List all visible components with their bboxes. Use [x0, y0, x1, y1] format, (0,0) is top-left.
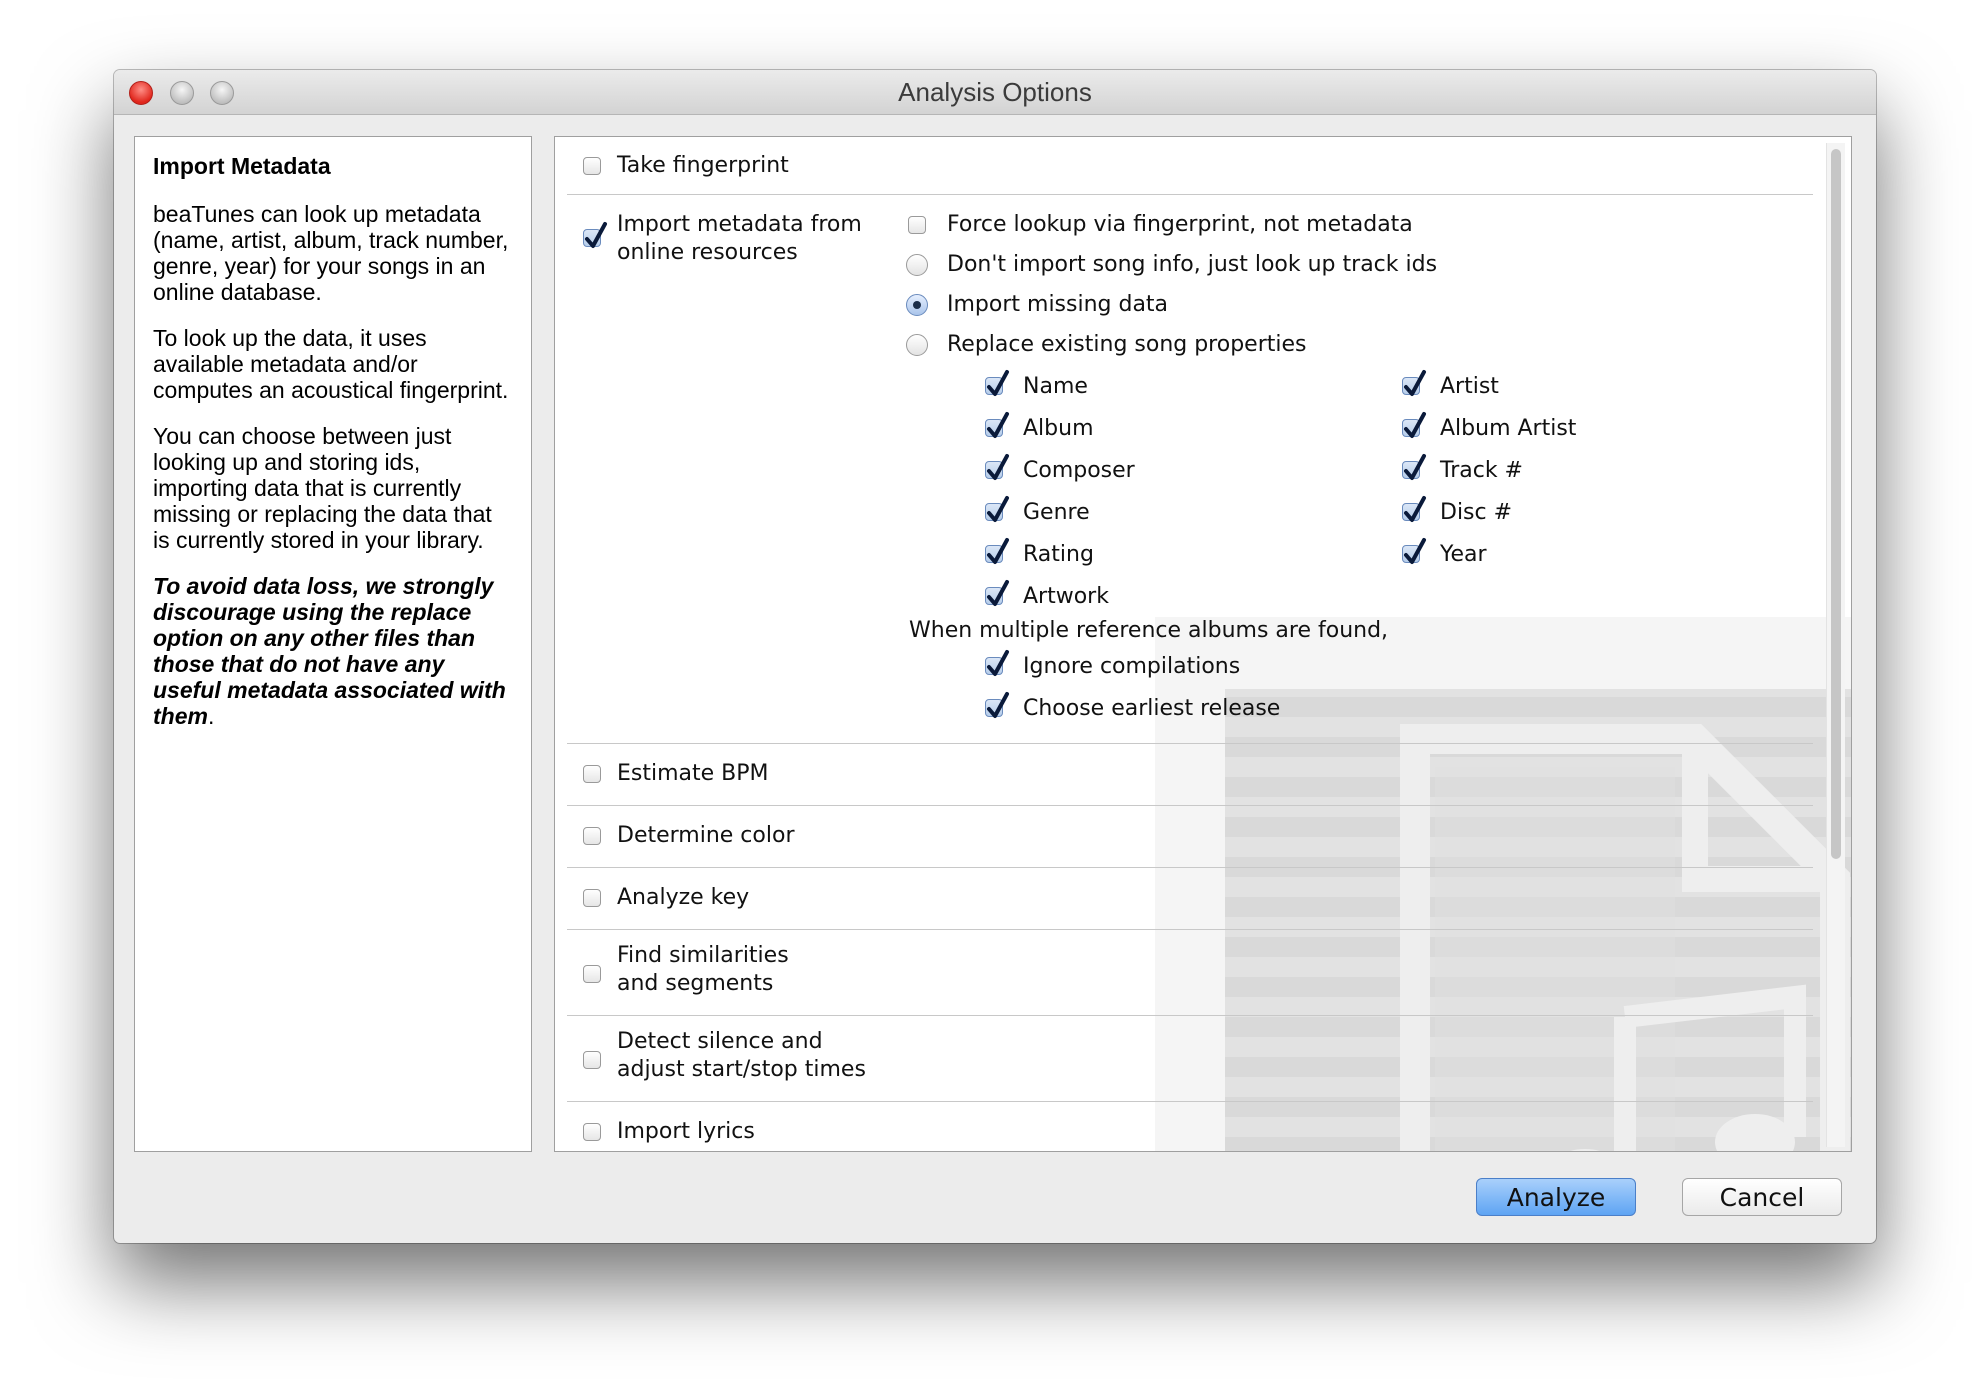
help-warning: To avoid data loss, we strongly discoura… [153, 573, 513, 729]
warning-text: To avoid data loss, we strongly discoura… [153, 573, 506, 729]
ignore-compilations-label: Ignore compilations [1023, 654, 1241, 679]
detect-silence-label-line1: Detect silence and [617, 1029, 823, 1054]
import-lyrics-checkbox[interactable] [583, 1123, 601, 1141]
help-paragraph-1: beaTunes can look up metadata (name, art… [153, 201, 509, 305]
check-icon [585, 222, 607, 248]
property-year-label: Year [1440, 542, 1487, 567]
radio-replace-existing-label: Replace existing song properties [947, 332, 1307, 357]
help-heading: Import Metadata [153, 153, 331, 179]
help-paragraph-2: To look up the data, it uses available m… [153, 325, 509, 403]
property-disc-number-label: Disc # [1440, 500, 1513, 525]
help-paragraph-3: You can choose between just looking up a… [153, 423, 492, 553]
import-lyrics-label: Import lyrics [617, 1119, 755, 1144]
detect-silence-checkbox[interactable] [583, 1051, 601, 1069]
divider [567, 1101, 1813, 1102]
property-composer-label: Composer [1023, 458, 1135, 483]
vertical-scrollbar[interactable] [1826, 143, 1845, 1147]
radio-dont-import[interactable] [906, 254, 928, 276]
take-fingerprint-label: Take fingerprint [617, 153, 789, 178]
import-metadata-label-line1: Import metadata from [617, 212, 862, 237]
radio-replace-existing[interactable] [906, 334, 928, 356]
property-genre-checkbox[interactable] [985, 496, 1009, 522]
import-metadata-label-line2: online resources [617, 240, 798, 265]
find-similarities-checkbox[interactable] [583, 965, 601, 983]
check-icon [1404, 538, 1426, 564]
property-rating-label: Rating [1023, 542, 1094, 567]
property-artist-checkbox[interactable] [1402, 370, 1426, 396]
property-album-artist-label: Album Artist [1440, 416, 1577, 441]
check-icon [987, 692, 1009, 718]
property-album-checkbox[interactable] [985, 412, 1009, 438]
property-rating-checkbox[interactable] [985, 538, 1009, 564]
analyze-button[interactable]: Analyze [1476, 1178, 1636, 1216]
property-artwork-label: Artwork [1023, 584, 1109, 609]
force-lookup-label: Force lookup via fingerprint, not metada… [947, 212, 1413, 237]
determine-color-label: Determine color [617, 823, 795, 848]
analysis-options-dialog: Analysis Options Import Metadata beaTune… [114, 70, 1876, 1243]
check-icon [987, 496, 1009, 522]
divider [567, 867, 1813, 868]
check-icon [987, 454, 1009, 480]
take-fingerprint-checkbox[interactable] [583, 157, 601, 175]
estimate-bpm-checkbox[interactable] [583, 765, 601, 783]
property-name-label: Name [1023, 374, 1088, 399]
property-album-label: Album [1023, 416, 1094, 441]
check-icon [1404, 370, 1426, 396]
import-metadata-checkbox[interactable] [583, 222, 607, 248]
radio-dont-import-label: Don't import song info, just look up tra… [947, 252, 1438, 277]
property-composer-checkbox[interactable] [985, 454, 1009, 480]
property-artist-label: Artist [1440, 374, 1499, 399]
check-icon [1404, 454, 1426, 480]
check-icon [987, 650, 1009, 676]
divider [567, 929, 1813, 930]
find-similarities-label-line1: Find similarities [617, 943, 789, 968]
check-icon [987, 370, 1009, 396]
detect-silence-label-line2: adjust start/stop times [617, 1057, 866, 1082]
property-album-artist-checkbox[interactable] [1402, 412, 1426, 438]
check-icon [987, 580, 1009, 606]
property-track-number-checkbox[interactable] [1402, 454, 1426, 480]
find-similarities-label-line2: and segments [617, 971, 774, 996]
divider [567, 1015, 1813, 1016]
title-bar: Analysis Options [114, 70, 1876, 115]
estimate-bpm-label: Estimate BPM [617, 761, 769, 786]
property-disc-number-checkbox[interactable] [1402, 496, 1426, 522]
earliest-release-checkbox[interactable] [985, 692, 1009, 718]
divider [567, 194, 1813, 195]
analyze-key-checkbox[interactable] [583, 889, 601, 907]
check-icon [1404, 412, 1426, 438]
divider [567, 743, 1813, 744]
check-icon [1404, 496, 1426, 522]
property-artwork-checkbox[interactable] [985, 580, 1009, 606]
divider [567, 805, 1813, 806]
radio-selected-dot [913, 301, 921, 309]
help-panel: Import Metadata beaTunes can look up met… [134, 136, 532, 1152]
property-track-number-label: Track # [1440, 458, 1523, 483]
multiple-albums-text: When multiple reference albums are found… [909, 618, 1389, 643]
check-icon [987, 538, 1009, 564]
radio-import-missing[interactable] [906, 294, 928, 316]
property-genre-label: Genre [1023, 500, 1090, 525]
force-lookup-checkbox[interactable] [908, 216, 926, 234]
analyze-key-label: Analyze key [617, 885, 750, 910]
check-icon [987, 412, 1009, 438]
determine-color-checkbox[interactable] [583, 827, 601, 845]
warning-period: . [207, 703, 215, 729]
property-year-checkbox[interactable] [1402, 538, 1426, 564]
property-name-checkbox[interactable] [985, 370, 1009, 396]
options-panel: Take fingerprint Import metadata from on… [554, 136, 1852, 1152]
earliest-release-label: Choose earliest release [1023, 696, 1281, 721]
window-title: Analysis Options [898, 77, 1092, 107]
ignore-compilations-checkbox[interactable] [985, 650, 1009, 676]
cancel-button[interactable]: Cancel [1682, 1178, 1842, 1216]
scrollbar-thumb[interactable] [1831, 149, 1841, 859]
radio-import-missing-label: Import missing data [947, 292, 1169, 317]
